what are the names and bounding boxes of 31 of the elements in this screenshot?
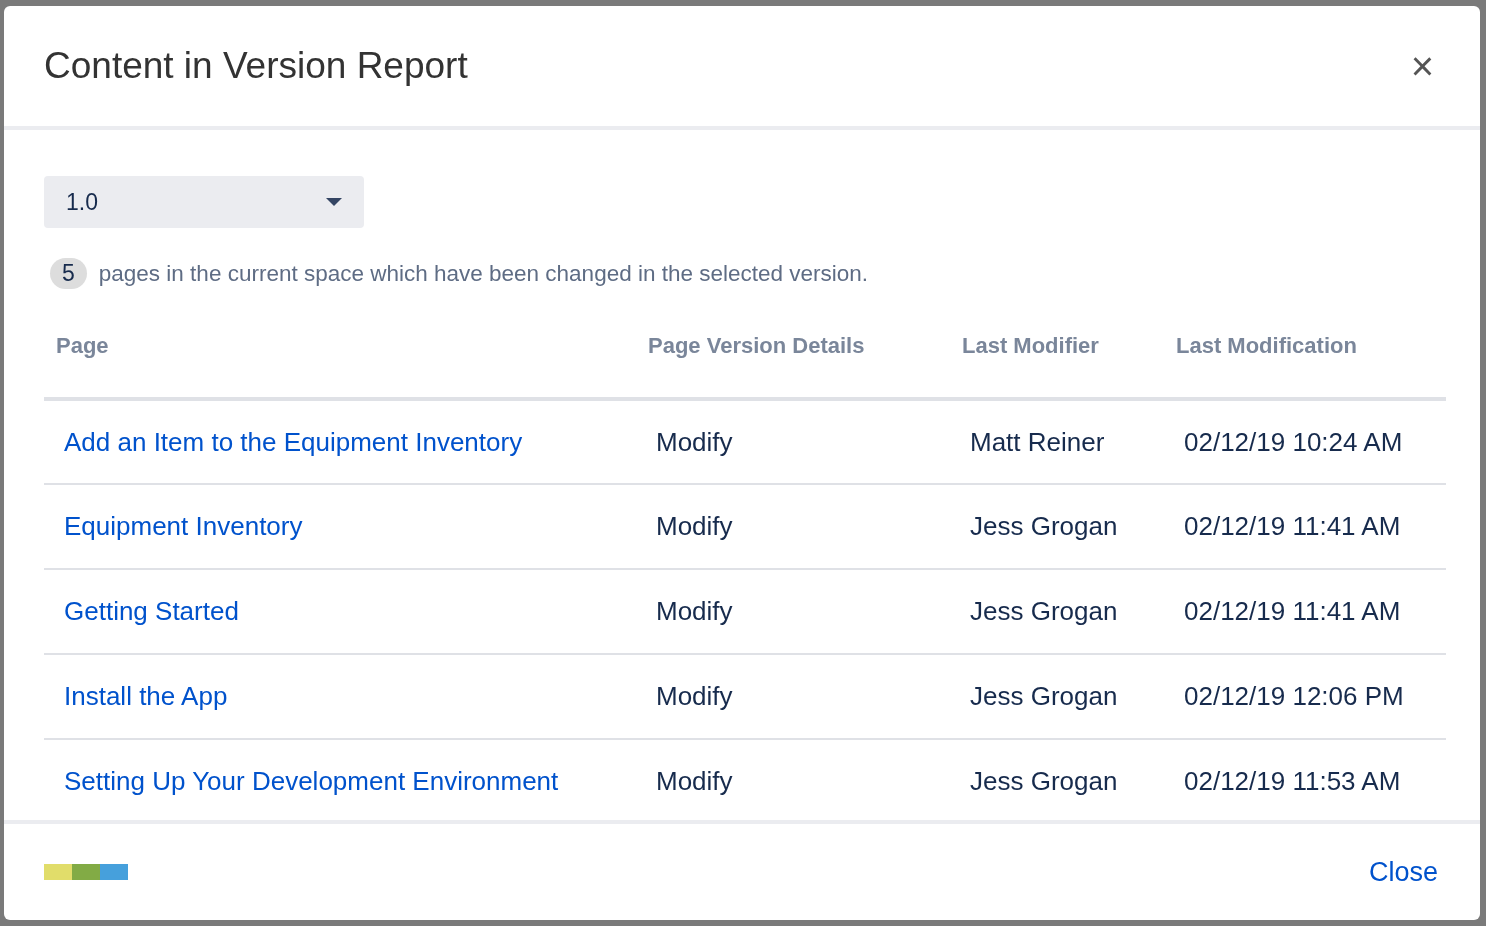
version-dropdown[interactable]: 1.0 (44, 176, 364, 228)
caret-icon (326, 198, 342, 206)
table-cell: Jess Grogan (950, 739, 1164, 820)
table-cell: Modify (636, 569, 950, 654)
color-bar-icon (44, 864, 128, 880)
page-link[interactable]: Add an Item to the Equipment Inventory (64, 426, 523, 457)
summary-text: pages in the current space which have been changed in the selected version. (98, 260, 869, 287)
table-cell: 02/12/19 10:24 AM (1164, 399, 1446, 484)
table-cell: Modify (636, 739, 950, 820)
column-header: Page (44, 317, 636, 399)
close-button[interactable]: Close (1368, 856, 1438, 888)
table-cell: Jess Grogan (950, 569, 1164, 654)
page-link[interactable]: Getting Started (64, 596, 239, 626)
column-header: Last Modifier (950, 317, 1164, 399)
dialog-title: Content in Version Report (44, 45, 468, 87)
column-header: Last Modification (1164, 317, 1446, 399)
page-link[interactable]: Equipment Inventory (64, 511, 303, 541)
table-cell: Matt Reiner (950, 399, 1164, 484)
page-link[interactable]: Install the App (64, 681, 228, 711)
page-link[interactable]: Setting Up Your Development Environment (64, 766, 559, 796)
table-cell: Modify (636, 654, 950, 739)
table-cell: 02/12/19 12:06 PM (1164, 654, 1446, 739)
count-badge: 5 (50, 258, 87, 289)
table-cell: Jess Grogan (950, 484, 1164, 569)
column-header: Page Version Details (636, 317, 950, 399)
table-cell: Jess Grogan (950, 654, 1164, 739)
table-cell: Modify (636, 484, 950, 569)
table-cell: 02/12/19 11:41 AM (1164, 484, 1446, 569)
table-cell: 02/12/19 11:41 AM (1164, 569, 1446, 654)
table-cell: Modify (636, 399, 950, 484)
table-cell: 02/12/19 11:53 AM (1164, 739, 1446, 820)
